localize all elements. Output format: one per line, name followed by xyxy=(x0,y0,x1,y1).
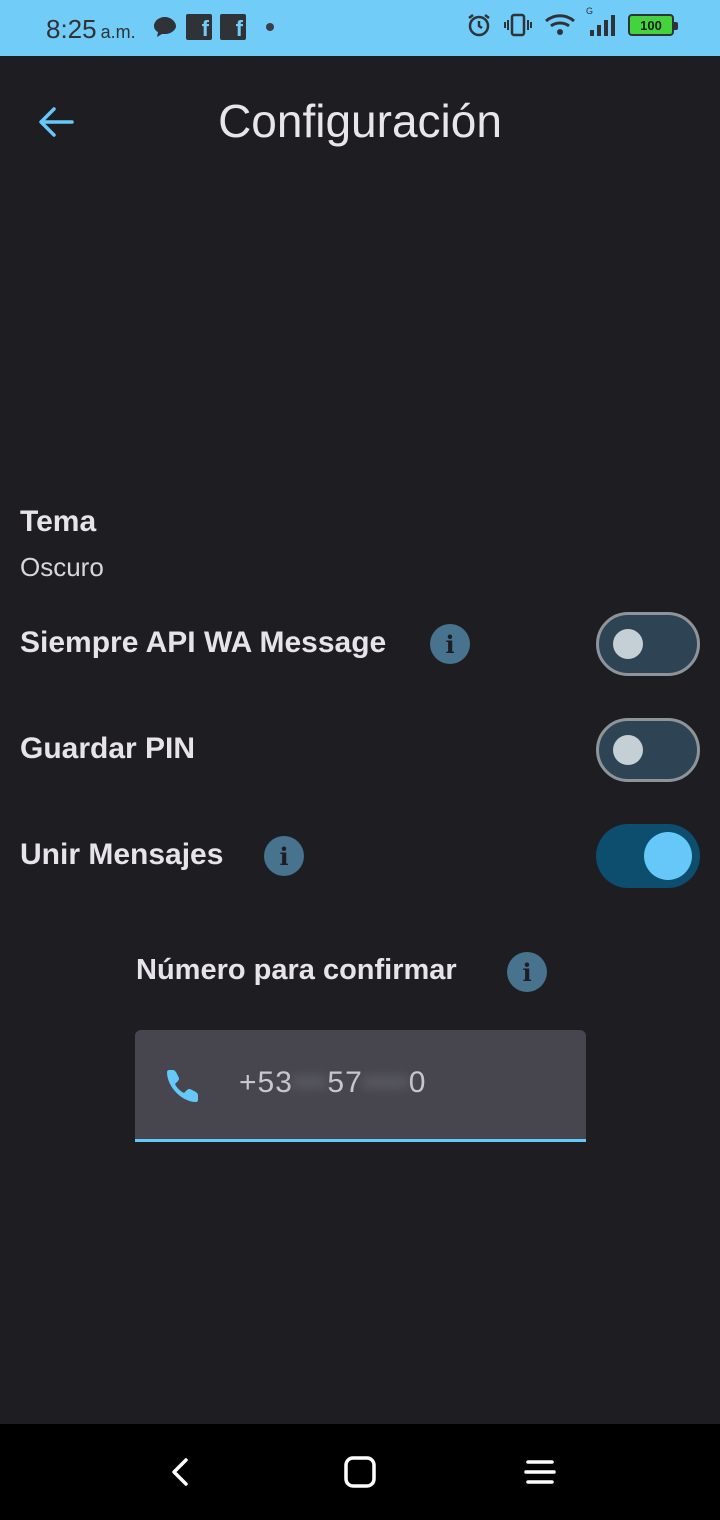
info-icon[interactable]: i xyxy=(507,952,547,992)
chat-bubble-icon xyxy=(154,17,176,37)
info-icon[interactable]: i xyxy=(430,624,470,664)
always-api-toggle[interactable] xyxy=(596,612,700,676)
app-bar: Configuración xyxy=(0,56,720,184)
more-notifications-dot xyxy=(266,23,274,31)
join-messages-label: Unir Mensajes xyxy=(20,838,224,871)
battery-icon: 100 xyxy=(628,14,678,36)
save-pin-label: Guardar PIN xyxy=(20,732,196,765)
nav-home-icon[interactable] xyxy=(340,1452,380,1492)
confirm-number-label: Número para confirmar xyxy=(136,954,457,986)
info-icon[interactable]: i xyxy=(264,836,304,876)
alarm-icon xyxy=(468,14,490,37)
toggle-knob xyxy=(613,629,643,659)
nav-back-icon[interactable] xyxy=(160,1452,200,1492)
status-time: 8:25 a.m. xyxy=(46,14,136,44)
vibrate-icon xyxy=(504,13,532,37)
nav-menu-icon[interactable] xyxy=(520,1452,560,1492)
theme-label: Tema xyxy=(20,505,97,538)
page-title: Configuración xyxy=(218,95,502,147)
notification-icons: f f xyxy=(152,14,274,40)
system-icons: G 100 xyxy=(466,6,678,38)
theme-value: Oscuro xyxy=(20,552,104,582)
facebook-icon: f xyxy=(186,14,212,40)
toggle-knob xyxy=(613,735,643,765)
phone-number-field[interactable]: +53•••57••••0 xyxy=(135,1030,586,1142)
signal-icon: G xyxy=(586,6,616,38)
join-messages-toggle[interactable] xyxy=(596,824,700,888)
facebook-icon: f xyxy=(220,14,246,40)
system-nav-bar xyxy=(0,1424,720,1520)
wifi-icon xyxy=(545,14,575,35)
always-api-label: Siempre API WA Message xyxy=(20,626,387,659)
status-bar: 8:25 a.m. f f G 100 xyxy=(0,0,720,56)
phone-number-value[interactable]: +53•••57••••0 xyxy=(239,1066,426,1100)
save-pin-toggle[interactable] xyxy=(596,718,700,782)
toggle-knob xyxy=(644,832,692,880)
phone-icon xyxy=(167,1070,198,1102)
